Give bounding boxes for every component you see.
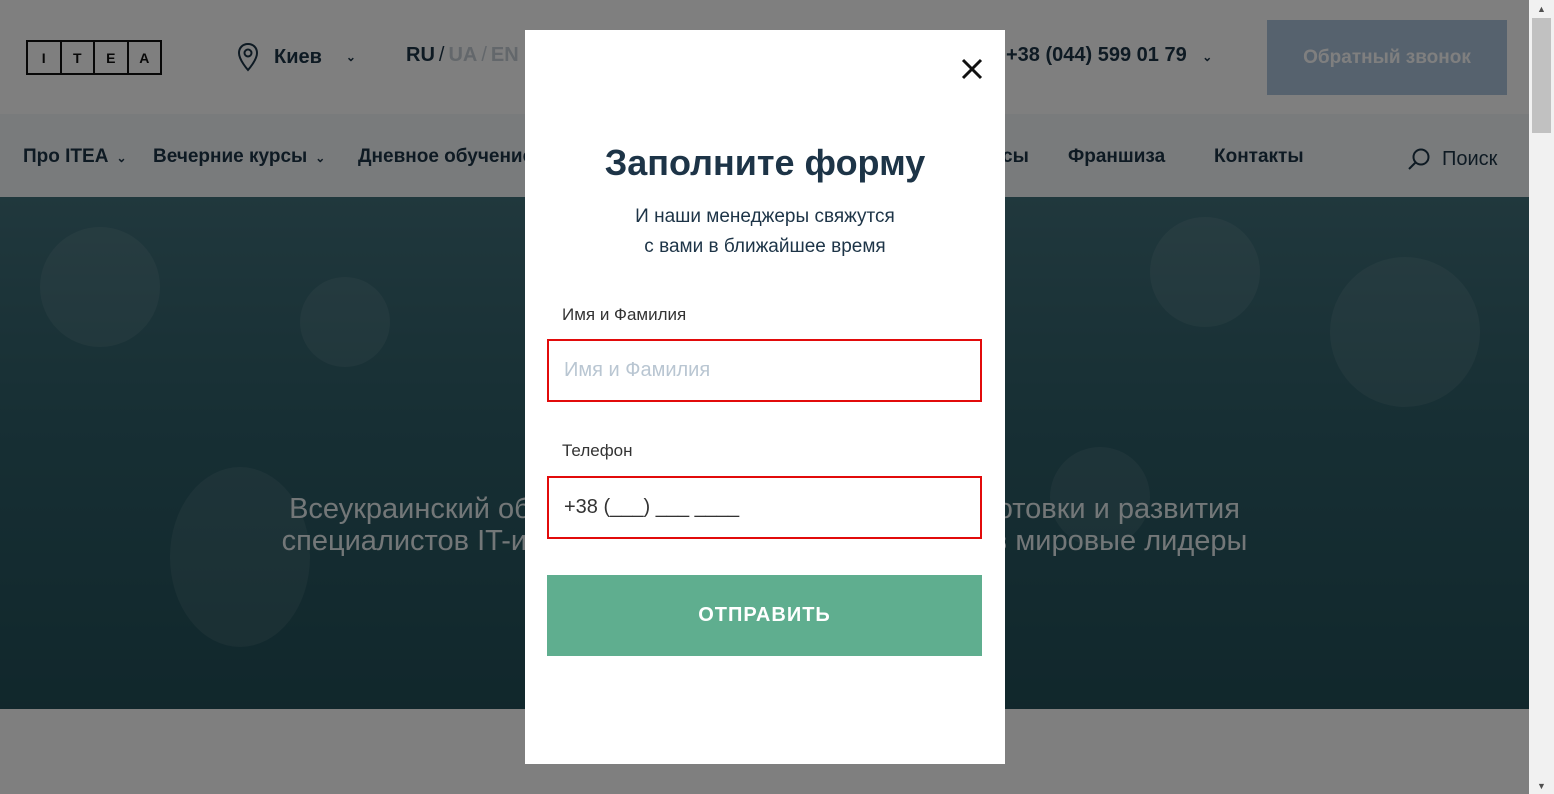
phone-field-label: Телефон — [562, 441, 633, 460]
close-icon — [961, 58, 983, 80]
callback-form-modal: Заполните форму И наши менеджеры свяжутс… — [525, 30, 1005, 764]
close-button[interactable] — [957, 54, 987, 84]
scroll-up-arrow-icon[interactable]: ▲ — [1529, 0, 1554, 17]
phone-input[interactable] — [547, 476, 982, 539]
scroll-down-arrow-icon[interactable]: ▼ — [1529, 777, 1554, 794]
modal-subtitle-line: И наши менеджеры свяжутся — [635, 206, 895, 227]
name-field-label: Имя и Фамилия — [562, 305, 687, 324]
scrollbar[interactable]: ▲ ▼ — [1529, 0, 1554, 794]
modal-subtitle-line: с вами в ближайшее время — [644, 236, 886, 257]
scrollbar-thumb[interactable] — [1532, 18, 1551, 133]
modal-title: Заполните форму — [604, 142, 926, 183]
name-input[interactable] — [547, 339, 982, 402]
modal-subtitle: И наши менеджеры свяжутся с вами в ближа… — [585, 202, 945, 262]
submit-button[interactable]: ОТПРАВИТЬ — [547, 575, 982, 656]
